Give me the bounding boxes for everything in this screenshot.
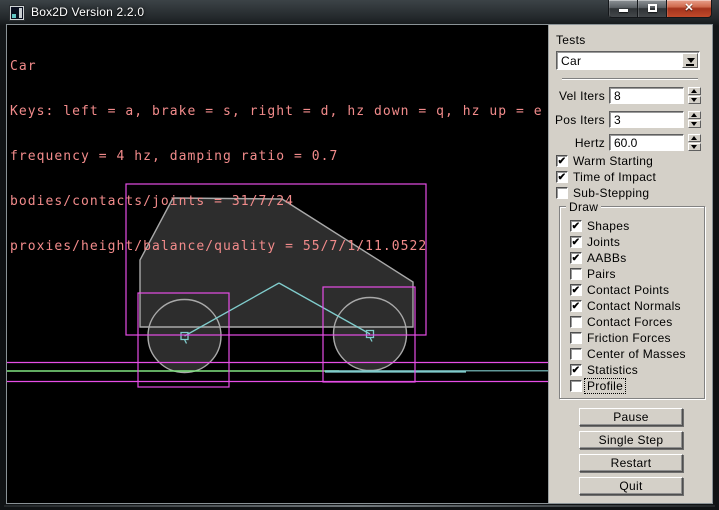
sub-stepping-toggle[interactable]: Sub-Stepping bbox=[556, 186, 706, 200]
app-icon[interactable] bbox=[10, 6, 24, 20]
pairs-toggle[interactable]: Pairs bbox=[570, 267, 700, 281]
tests-label: Tests bbox=[556, 33, 586, 47]
friction-forces-toggle[interactable]: Friction Forces bbox=[570, 331, 700, 345]
pos-iters-input[interactable] bbox=[609, 111, 684, 128]
profile-toggle[interactable]: Profile bbox=[570, 379, 700, 393]
hud-proxies: proxies/height/balance/quality = 55/7/1/… bbox=[10, 239, 543, 254]
aabbs-checkbox[interactable]: ✔ bbox=[570, 252, 582, 264]
shapes-checkbox[interactable]: ✔ bbox=[570, 220, 582, 232]
arrow-down-icon bbox=[691, 98, 697, 102]
profile-checkbox[interactable] bbox=[570, 380, 582, 392]
warm-starting-label: Warm Starting bbox=[573, 154, 653, 168]
hud-keys: Keys: left = a, brake = s, right = d, hz… bbox=[10, 104, 543, 119]
test-select-value: Car bbox=[561, 54, 581, 68]
statistics-toggle[interactable]: ✔ Statistics bbox=[570, 363, 700, 377]
hertz-row: Hertz bbox=[549, 134, 713, 152]
pos-iters-row: Pos Iters bbox=[549, 111, 713, 129]
arrow-down-icon bbox=[691, 122, 697, 126]
center-of-masses-checkbox[interactable] bbox=[570, 348, 582, 360]
pairs-label: Pairs bbox=[587, 267, 616, 281]
center-of-masses-toggle[interactable]: Center of Masses bbox=[570, 347, 700, 361]
time-of-impact-checkbox[interactable]: ✔ bbox=[556, 171, 568, 183]
joints-label: Joints bbox=[587, 235, 620, 249]
restart-button[interactable]: Restart bbox=[579, 454, 683, 472]
sub-stepping-label: Sub-Stepping bbox=[573, 186, 649, 200]
pairs-checkbox[interactable] bbox=[570, 268, 582, 280]
vel-iters-label: Vel Iters bbox=[549, 89, 605, 103]
center-of-masses-label: Center of Masses bbox=[587, 347, 686, 361]
aabbs-label: AABBs bbox=[587, 251, 627, 265]
statistics-checkbox[interactable]: ✔ bbox=[570, 364, 582, 376]
close-button[interactable]: ✕ bbox=[666, 0, 712, 18]
window-title: Box2D Version 2.2.0 bbox=[31, 5, 144, 19]
contact-normals-label: Contact Normals bbox=[587, 299, 681, 313]
pos-iters-up-button[interactable] bbox=[688, 111, 701, 119]
arrow-up-icon bbox=[691, 113, 697, 117]
pause-button[interactable]: Pause bbox=[579, 408, 683, 426]
time-of-impact-label: Time of Impact bbox=[573, 170, 656, 184]
warm-starting-toggle[interactable]: ✔ Warm Starting bbox=[556, 154, 706, 168]
profile-label: Profile bbox=[585, 379, 625, 393]
app-icon-detail-strip bbox=[19, 8, 22, 18]
pos-iters-down-button[interactable] bbox=[688, 120, 701, 128]
hertz-down-button[interactable] bbox=[688, 143, 701, 151]
client-area: Car Keys: left = a, brake = s, right = d… bbox=[7, 25, 712, 503]
hud-test-name: Car bbox=[10, 59, 543, 74]
vel-iters-row: Vel Iters bbox=[549, 87, 713, 105]
time-of-impact-toggle[interactable]: ✔ Time of Impact bbox=[556, 170, 706, 184]
contact-points-toggle[interactable]: ✔ Contact Points bbox=[570, 283, 700, 297]
close-icon: ✕ bbox=[667, 1, 711, 14]
app-icon-detail bbox=[12, 14, 16, 18]
hertz-label: Hertz bbox=[549, 136, 605, 150]
contact-forces-label: Contact Forces bbox=[587, 315, 673, 329]
pos-iters-label: Pos Iters bbox=[549, 113, 605, 127]
statistics-label: Statistics bbox=[587, 363, 638, 377]
contact-forces-checkbox[interactable] bbox=[570, 316, 582, 328]
contact-normals-checkbox[interactable]: ✔ bbox=[570, 300, 582, 312]
hertz-input[interactable] bbox=[609, 134, 684, 151]
pos-iters-stepper bbox=[688, 111, 701, 128]
hertz-stepper bbox=[688, 134, 701, 151]
debug-text-overlay: Car Keys: left = a, brake = s, right = d… bbox=[10, 29, 543, 284]
contact-points-checkbox[interactable]: ✔ bbox=[570, 284, 582, 296]
separator bbox=[562, 78, 698, 80]
joints-checkbox[interactable]: ✔ bbox=[570, 236, 582, 248]
minimize-icon bbox=[619, 9, 628, 12]
contact-normals-toggle[interactable]: ✔ Contact Normals bbox=[570, 299, 700, 313]
contact-points-label: Contact Points bbox=[587, 283, 669, 297]
shapes-label: Shapes bbox=[587, 219, 630, 233]
friction-forces-label: Friction Forces bbox=[587, 331, 671, 345]
friction-forces-checkbox[interactable] bbox=[570, 332, 582, 344]
dropdown-arrow-button[interactable] bbox=[682, 53, 698, 68]
joints-toggle[interactable]: ✔ Joints bbox=[570, 235, 700, 249]
vel-iters-input[interactable] bbox=[609, 87, 684, 104]
title-bar[interactable]: Box2D Version 2.2.0 ✕ bbox=[0, 0, 719, 25]
aabbs-toggle[interactable]: ✔ AABBs bbox=[570, 251, 700, 265]
contact-forces-toggle[interactable]: Contact Forces bbox=[570, 315, 700, 329]
sub-stepping-checkbox[interactable] bbox=[556, 187, 568, 199]
maximize-icon bbox=[648, 4, 657, 12]
draw-group-title: Draw bbox=[566, 200, 601, 214]
vel-iters-down-button[interactable] bbox=[688, 96, 701, 104]
hud-frequency: frequency = 4 hz, damping ratio = 0.7 bbox=[10, 149, 543, 164]
control-panel: Tests Car Vel Iters Pos Iters bbox=[548, 25, 712, 503]
arrow-up-icon bbox=[691, 89, 697, 93]
hertz-up-button[interactable] bbox=[688, 134, 701, 142]
warm-starting-checkbox[interactable]: ✔ bbox=[556, 155, 568, 167]
single-step-button[interactable]: Single Step bbox=[579, 431, 683, 449]
arrow-down-icon bbox=[691, 145, 697, 149]
chevron-down-icon bbox=[687, 58, 695, 63]
arrow-up-icon bbox=[691, 136, 697, 140]
maximize-button[interactable] bbox=[637, 0, 667, 18]
vel-iters-stepper bbox=[688, 87, 701, 104]
vel-iters-up-button[interactable] bbox=[688, 87, 701, 95]
test-select-dropdown[interactable]: Car bbox=[556, 51, 700, 70]
hud-bodies: bodies/contacts/joints = 31/7/24 bbox=[10, 194, 543, 209]
simulation-canvas[interactable]: Car Keys: left = a, brake = s, right = d… bbox=[7, 25, 548, 503]
minimize-button[interactable] bbox=[608, 0, 638, 18]
shapes-toggle[interactable]: ✔ Shapes bbox=[570, 219, 700, 233]
quit-button[interactable]: Quit bbox=[579, 477, 683, 495]
window-frame: Box2D Version 2.2.0 ✕ bbox=[0, 0, 719, 510]
draw-groupbox: Draw ✔ Shapes ✔ Joints ✔ AABBs Pairs bbox=[559, 206, 705, 399]
